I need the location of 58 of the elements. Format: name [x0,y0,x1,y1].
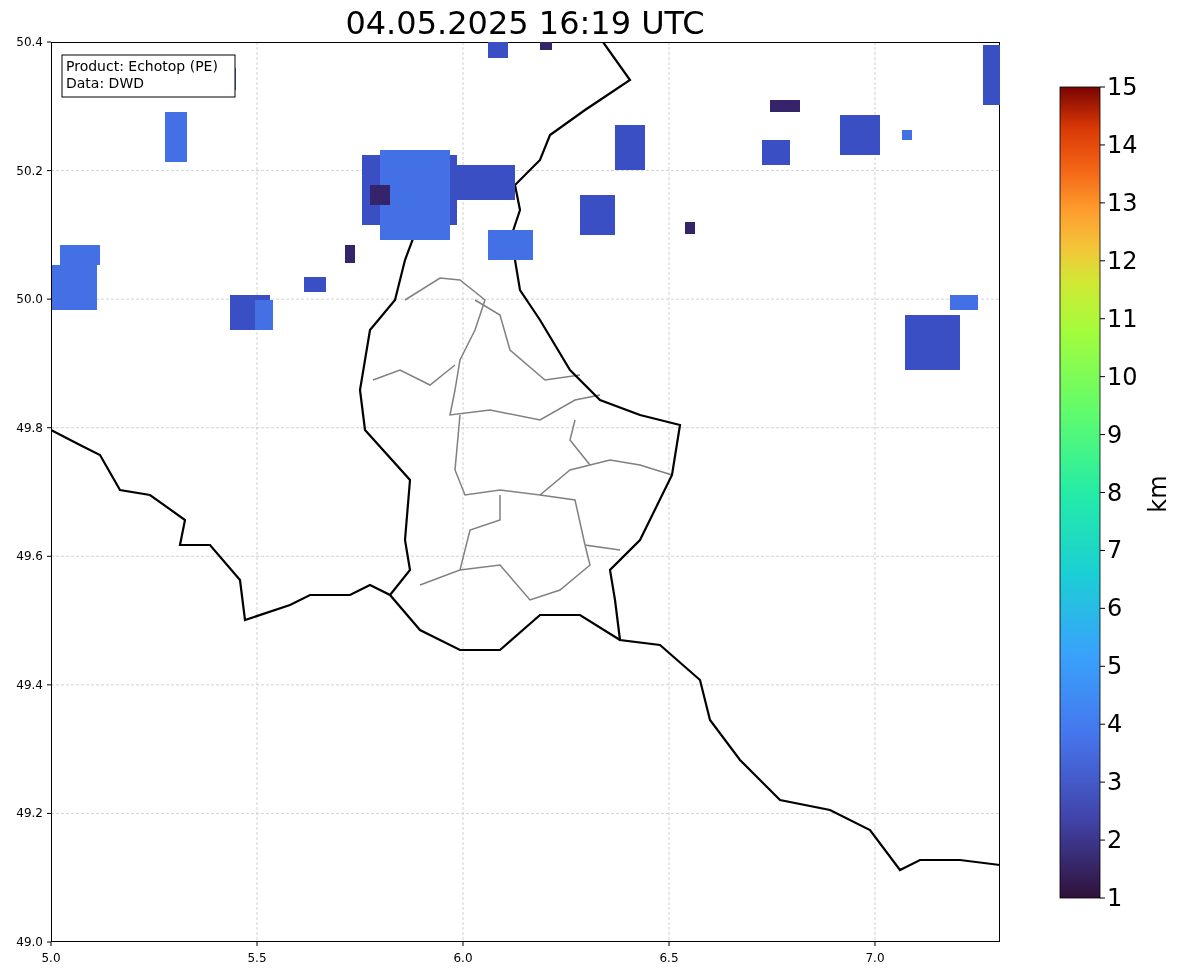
tick-mark [1099,260,1106,262]
tick-mark [874,941,876,947]
axis-tick-label: 49.8 [16,420,43,435]
tick-mark [1099,607,1106,609]
colorbar-tick-label: 7 [1107,536,1123,565]
tick-mark [1099,318,1106,320]
tick-mark [1099,549,1106,551]
axis-tick-label: 49.6 [16,549,43,564]
tick-mark [462,941,464,947]
colorbar-tick-label: 2 [1107,826,1123,855]
colorbar-tick-label: 4 [1107,710,1123,739]
colorbar-tick-label: 13 [1107,188,1138,217]
tick-mark [1099,723,1106,725]
tick-mark [46,170,52,172]
axis-tick-label: 7.0 [865,951,885,965]
colorbar-tick-label: 9 [1107,420,1123,449]
tick-mark [1099,492,1106,493]
colorbar-tick-label: 6 [1107,594,1123,623]
axis-tick-label: 49.2 [16,806,43,821]
chart-title: 04.05.2025 16:19 UTC [345,4,705,42]
tick-mark [46,555,52,557]
colorbar-tick-label: 8 [1107,478,1123,507]
legend-text: Product: Echotop (PE) [66,58,218,74]
colorbar-tick-label: 15 [1107,73,1138,101]
tick-mark [1099,897,1106,899]
colorbar-tick-label: 3 [1107,768,1123,797]
colorbar-label: km [1144,475,1172,513]
axis-tick-label: 5.0 [41,951,61,965]
tick-mark [46,41,52,43]
axis-tick-label: 50.2 [16,163,43,178]
legend-text: Data: DWD [66,75,144,91]
colorbar-tick-label: 5 [1107,652,1123,681]
tick-mark [1099,781,1106,783]
tick-mark [46,684,52,686]
axis-tick-label: 49.4 [16,677,43,692]
tick-mark [1099,839,1106,841]
axis-tick-label: 49.0 [16,935,43,949]
colorbar-tick-label: 12 [1107,246,1138,275]
tick-mark [1099,86,1106,88]
tick-mark [1099,144,1106,146]
axis-tick-label: 5.5 [247,951,267,965]
colorbar-tick-label: 14 [1107,130,1138,159]
tick-mark [256,941,258,947]
colorbar-tick-label: 1 [1107,884,1123,912]
tick-mark [46,298,52,300]
tick-mark [1099,376,1106,378]
tick-mark [668,941,670,947]
axis-tick-label: 50.4 [16,35,43,49]
tick-mark [46,812,52,814]
tick-mark [1099,665,1106,667]
axis-tick-label: 6.0 [453,951,473,965]
colorbar-tick-label: 11 [1107,304,1138,333]
axis-tick-label: 6.5 [659,951,679,965]
tick-mark [46,427,52,429]
tick-mark [1099,202,1106,204]
colorbar-tick-label: 10 [1107,362,1138,391]
tick-mark [1099,434,1106,436]
axis-tick-label: 50.0 [16,292,43,307]
